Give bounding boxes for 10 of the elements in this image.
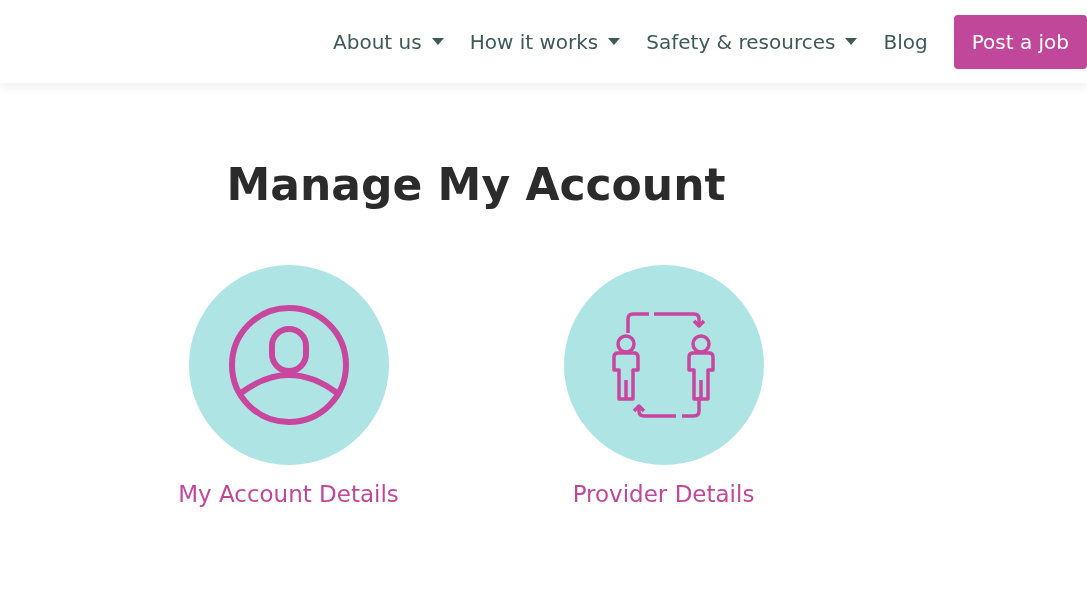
nav-link[interactable]: About us <box>333 29 444 54</box>
post-job-button[interactable]: Post a job <box>953 14 1087 69</box>
nav-link[interactable]: Safety & resources <box>646 29 858 54</box>
user-profile-icon[interactable] <box>188 265 389 465</box>
page-title: Manage My Account <box>226 158 726 212</box>
card-link[interactable]: Provider Details <box>572 481 755 507</box>
card-link[interactable]: My Account Details <box>178 481 399 507</box>
people-exchange-icon[interactable] <box>563 265 764 465</box>
nav-link[interactable]: Blog <box>883 29 928 54</box>
nav-link[interactable]: How it works <box>469 29 621 54</box>
